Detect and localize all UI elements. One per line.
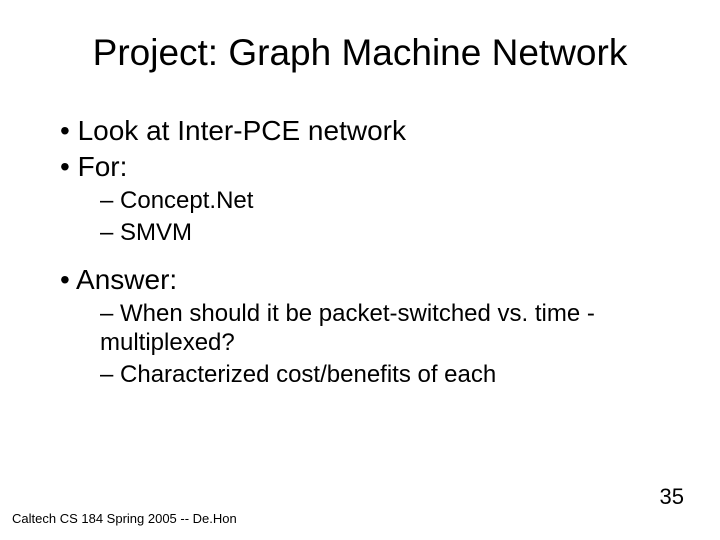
bullet-level2: SMVM — [100, 218, 670, 247]
slide-title: Project: Graph Machine Network — [0, 32, 720, 74]
bullet-level2: Characterized cost/benefits of each — [100, 360, 670, 389]
footer-text: Caltech CS 184 Spring 2005 -- De.Hon — [12, 511, 237, 526]
bullet-level2: When should it be packet-switched vs. ti… — [100, 299, 670, 358]
bullet-level2: Concept.Net — [100, 186, 670, 215]
page-number: 35 — [660, 484, 684, 510]
slide: Project: Graph Machine Network Look at I… — [0, 0, 720, 540]
slide-body: Look at Inter-PCE network For: Concept.N… — [60, 114, 670, 391]
bullet-level1: For: — [60, 150, 670, 184]
bullet-level1: Answer: — [60, 263, 670, 297]
spacer — [60, 249, 670, 263]
bullet-level1: Look at Inter-PCE network — [60, 114, 670, 148]
